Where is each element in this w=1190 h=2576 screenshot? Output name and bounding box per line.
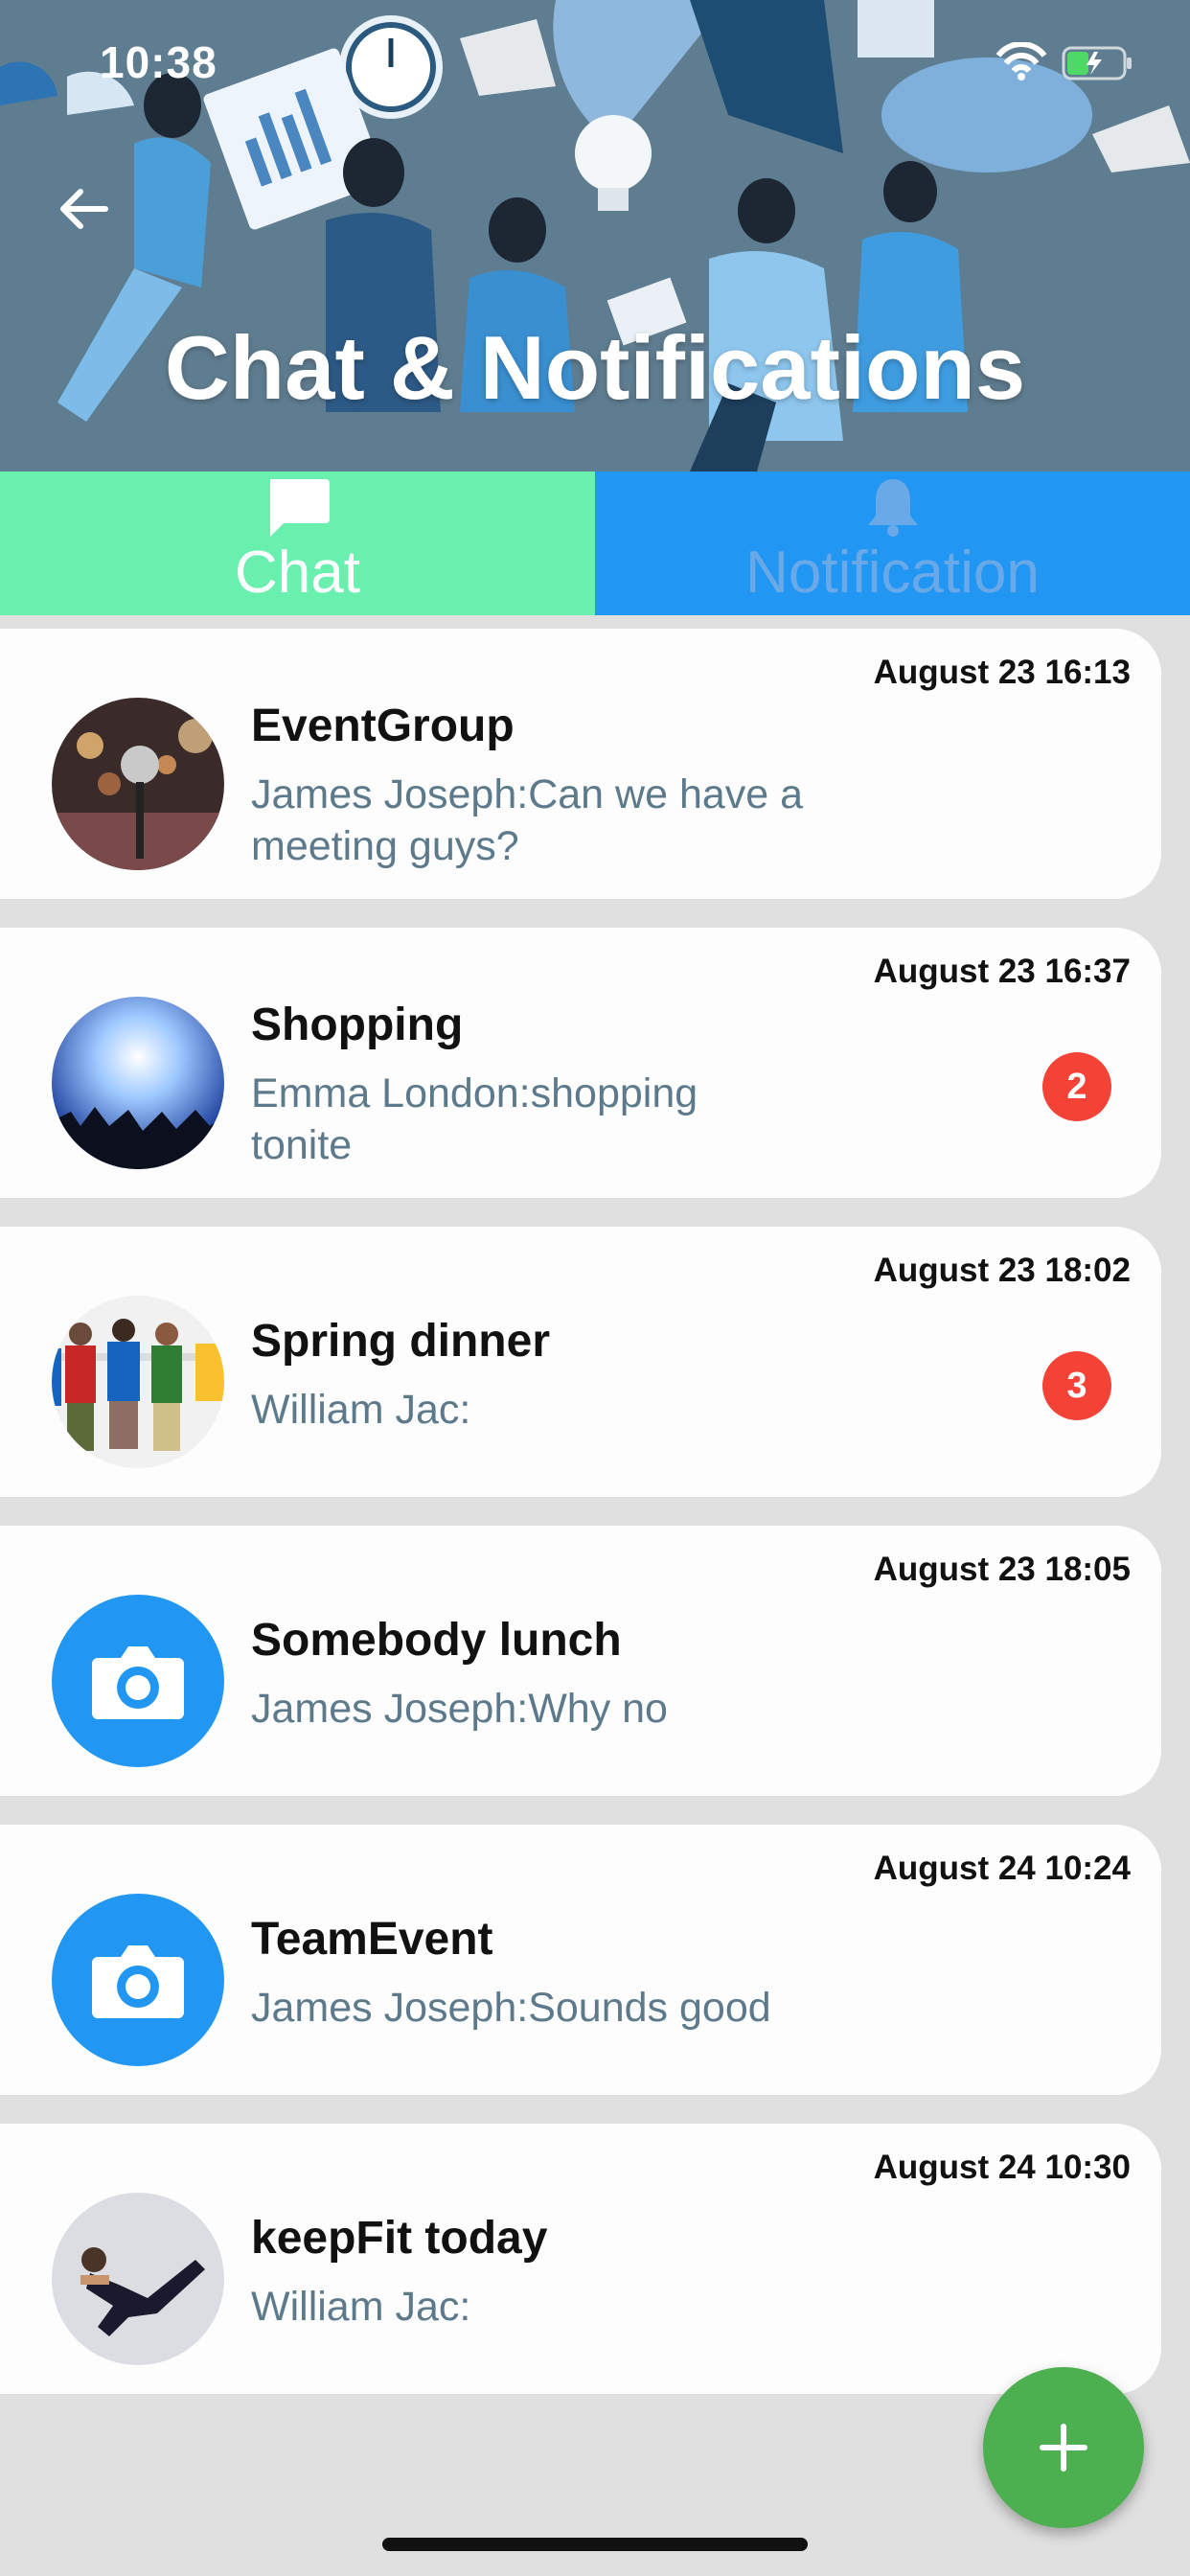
- chat-item-keepfit-today[interactable]: keepFit today William Jac: August 24 10:…: [0, 2124, 1161, 2394]
- avatar-camera: [52, 1595, 224, 1767]
- tab-notification-label: Notification: [745, 540, 1040, 606]
- chat-item-somebody-lunch[interactable]: Somebody lunch James Joseph:Why no Augus…: [0, 1526, 1161, 1796]
- chat-bubble-icon: [269, 479, 330, 537]
- avatar-concert-photo: [52, 997, 224, 1169]
- header-banner: 10:38 Chat & Notifications: [0, 0, 1190, 472]
- chat-time: August 23 18:02: [873, 1252, 1131, 1289]
- tab-chat-label: Chat: [235, 540, 360, 606]
- page-title: Chat & Notifications: [164, 317, 1026, 418]
- chat-title: TeamEvent: [251, 1914, 493, 1965]
- chat-time: August 24 10:30: [873, 2149, 1131, 2186]
- home-indicator[interactable]: [382, 2538, 808, 2551]
- tab-notification[interactable]: Notification: [595, 472, 1190, 615]
- arrow-back-icon: [60, 189, 108, 229]
- chat-message: James Joseph:Sounds good: [251, 1985, 771, 2031]
- chat-message: William Jac:: [251, 2284, 471, 2330]
- chat-message: William Jac:: [251, 1387, 471, 1433]
- chat-message: James Joseph:Can we have a meeting guys?: [251, 771, 804, 869]
- avatar-fitness-photo: [52, 2193, 224, 2365]
- chat-title: Spring dinner: [251, 1316, 550, 1367]
- chat-item-teamevent[interactable]: TeamEvent James Joseph:Sounds good Augus…: [0, 1825, 1161, 2095]
- tab-bar: Chat Notification: [0, 472, 1190, 615]
- status-icons: [995, 41, 1138, 89]
- chat-item-spring-dinner[interactable]: Spring dinner William Jac: August 23 18:…: [0, 1227, 1161, 1497]
- wifi-icon: [995, 41, 1047, 80]
- unread-badge: 2: [1042, 1052, 1111, 1121]
- tab-chat[interactable]: Chat: [0, 472, 595, 615]
- chat-title: Shopping: [251, 1000, 464, 1050]
- status-time: 10:38: [100, 37, 217, 87]
- chat-time: August 23 18:05: [873, 1551, 1131, 1588]
- chat-title: Somebody lunch: [251, 1615, 622, 1666]
- back-button[interactable]: [50, 176, 115, 242]
- battery-icon: [1062, 46, 1132, 80]
- camera-icon: [92, 1646, 184, 1719]
- add-chat-button[interactable]: [983, 2367, 1144, 2528]
- chat-item-eventgroup[interactable]: EventGroup James Joseph:Can we have a me…: [0, 629, 1161, 899]
- chat-message: Emma London:shopping tonite: [251, 1070, 698, 1168]
- chat-time: August 23 16:37: [873, 953, 1131, 990]
- unread-badge: 3: [1042, 1351, 1111, 1420]
- camera-icon: [92, 1945, 184, 2018]
- chat-message: James Joseph:Why no: [251, 1686, 668, 1732]
- avatar-people-photo: [52, 1296, 224, 1468]
- avatar-camera: [52, 1894, 224, 2066]
- chat-time: August 23 16:13: [873, 654, 1131, 691]
- chat-time: August 24 10:24: [873, 1850, 1131, 1887]
- chat-item-shopping[interactable]: Shopping Emma London:shopping tonite Aug…: [0, 928, 1161, 1198]
- avatar-microphone-photo: [52, 698, 224, 870]
- plus-icon: [1040, 2424, 1087, 2472]
- chat-title: EventGroup: [251, 701, 515, 751]
- bell-icon: [867, 479, 918, 537]
- chat-title: keepFit today: [251, 2213, 548, 2264]
